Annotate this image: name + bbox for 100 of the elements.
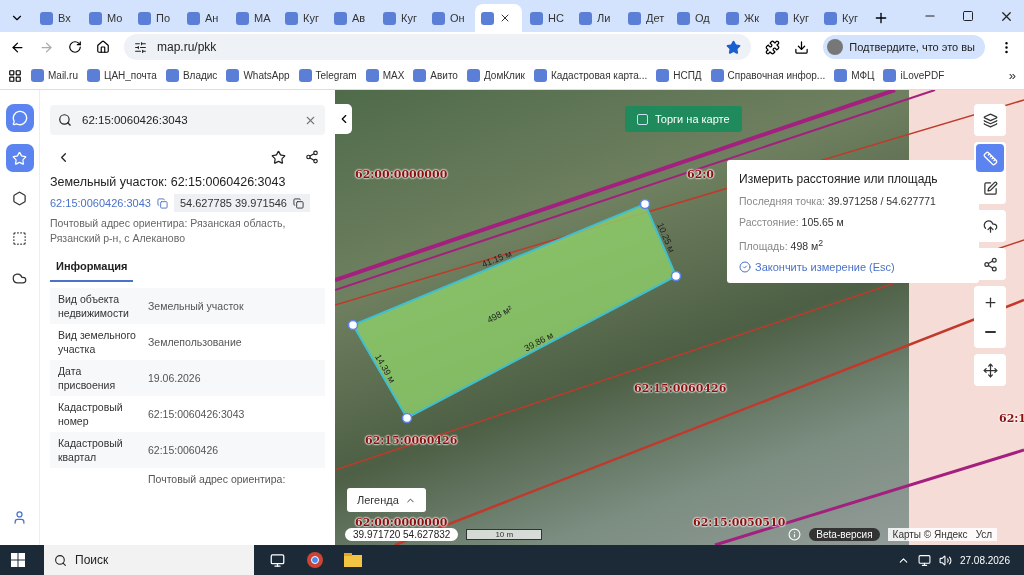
browser-tab[interactable]: Куг [377,4,424,32]
browser-tab[interactable]: Мо [83,4,130,32]
back-icon[interactable] [10,39,25,55]
auctions-toggle[interactable]: Торги на карте [625,106,742,132]
browser-tab[interactable]: Дет [622,4,669,32]
extensions-icon[interactable] [765,39,781,55]
distance-text: Расстояние: 105.65 м [739,216,845,228]
tab-title: НС [548,12,564,24]
browser-icon [306,551,324,569]
site-settings-icon[interactable] [134,40,147,54]
address-bar[interactable]: map.ru/pkk [124,34,752,60]
favicon-icon [89,11,102,25]
bookmark-link[interactable]: Справочная инфор... [710,69,826,82]
tab-title: Куг [303,12,319,24]
favicon-icon [710,69,724,82]
browser-tab[interactable]: Ан [181,4,228,32]
zoom-in-icon [982,294,998,310]
cadastral-label: 62:00:0000000 [355,516,448,529]
vertex-handle[interactable] [639,198,651,210]
area-text: Площадь: 498 м$^{2}$ [739,237,825,252]
browser-tab[interactable] [475,4,522,32]
search-field[interactable]: 62:15:0060426:3043 [50,105,325,135]
browser-tab[interactable]: Куг [769,4,816,32]
favicon-icon [40,11,53,25]
close-icon[interactable] [499,12,511,24]
edit-icon [982,180,998,196]
cadastral-number-link[interactable]: 62:15:0060426:3043 [50,197,151,209]
terms-link[interactable]: Усл [975,529,993,540]
tab-title: МА [254,12,271,24]
browser-tab[interactable]: Ав [328,4,375,32]
profile-button[interactable]: Подтвердите, что это вы [823,35,985,59]
tab-title: По [156,12,171,24]
measure-title: Измерить расстояние или площадь [739,172,939,186]
browser-tab[interactable]: Он [426,4,473,32]
favicon-icon [285,11,298,25]
star-icon [270,149,286,165]
finish-measure-link[interactable]: Закончить измерение (Esc) [739,260,967,273]
browser-tab[interactable]: Од [671,4,718,32]
browser-tab[interactable]: Жк [720,4,767,32]
bookmark-link[interactable]: WhatsApp [226,69,290,82]
bookmark-link[interactable]: ЦАН_почта [87,69,157,82]
field-label: Дата присвоения [58,364,117,392]
coordinates-chip[interactable]: 54.627785 39.971546 [173,194,310,212]
vertex-handle[interactable] [347,319,359,331]
browser-tab[interactable]: МА [230,4,277,32]
favicon-icon [579,11,592,25]
bookmark-link[interactable]: Кадастровая карта... [533,69,648,82]
reload-icon[interactable] [68,40,82,54]
tab-title: Ан [205,12,219,24]
edge-length-label: 10.25 м [655,221,677,254]
edge-length-label: 41.15 м [480,248,514,270]
copy-icon[interactable] [293,197,304,209]
share-icon [982,256,998,272]
vertex-handle[interactable] [670,270,682,282]
volume-icon[interactable] [938,553,952,567]
more-bookmarks-button[interactable]: » [1008,68,1016,83]
bookmark-link[interactable]: Владис [165,69,218,82]
bookmark-link[interactable]: ДомКлик [466,69,525,82]
cloud-upload-icon [982,218,998,234]
info-icon[interactable] [788,528,802,541]
favicon-icon [432,11,445,25]
new-tab-icon[interactable] [873,10,889,26]
field-label: Вид земельного участка [58,328,136,356]
favicon-icon [187,11,200,25]
browser-tab[interactable]: НС [524,4,571,32]
browser-tab[interactable]: Куг [279,4,326,32]
favicon-icon [236,11,249,25]
favicon-icon [165,69,179,82]
share-icon [305,150,319,164]
favicon-icon [775,11,788,25]
browser-tab[interactable]: Ли [573,4,620,32]
bookmark-link[interactable]: Telegram [298,69,357,82]
bookmark-link[interactable]: Авито [413,69,458,82]
field-value: 62:15:0060426:3043 [148,408,245,420]
tab-title: Мо [107,12,123,24]
favicon-icon [383,11,396,25]
download-icon[interactable] [794,39,810,55]
info-tab[interactable]: Информация [50,252,134,282]
bookmark-link[interactable]: МФЦ [834,69,875,82]
checkbox[interactable] [637,113,648,125]
browser-tab[interactable]: По [132,4,179,32]
copy-icon[interactable] [156,197,168,209]
legend-button[interactable]: Легенда [347,488,426,512]
bookmark-link[interactable]: MAX [365,69,405,82]
bookmark-star-icon[interactable] [726,39,742,55]
taskbar-search-field[interactable]: Поиск [44,545,254,575]
browser-tab[interactable]: Вх [34,4,81,32]
home-icon[interactable] [96,40,110,54]
favicon-icon [883,69,897,82]
bookmark-link[interactable]: Mail.ru [31,69,78,82]
browser-tab[interactable]: Куг [818,4,865,32]
url-text: map.ru/pkk [157,40,218,54]
star-button[interactable] [5,144,34,172]
collapse-panel-button[interactable] [335,104,352,134]
vertex-handle[interactable] [401,412,413,424]
apps-icon[interactable] [8,68,22,83]
bookmark-link[interactable]: iLovePDF [883,69,945,82]
bookmark-link[interactable]: НСПД [656,69,702,82]
task-view-icon [269,552,285,568]
network-icon[interactable] [917,553,931,567]
